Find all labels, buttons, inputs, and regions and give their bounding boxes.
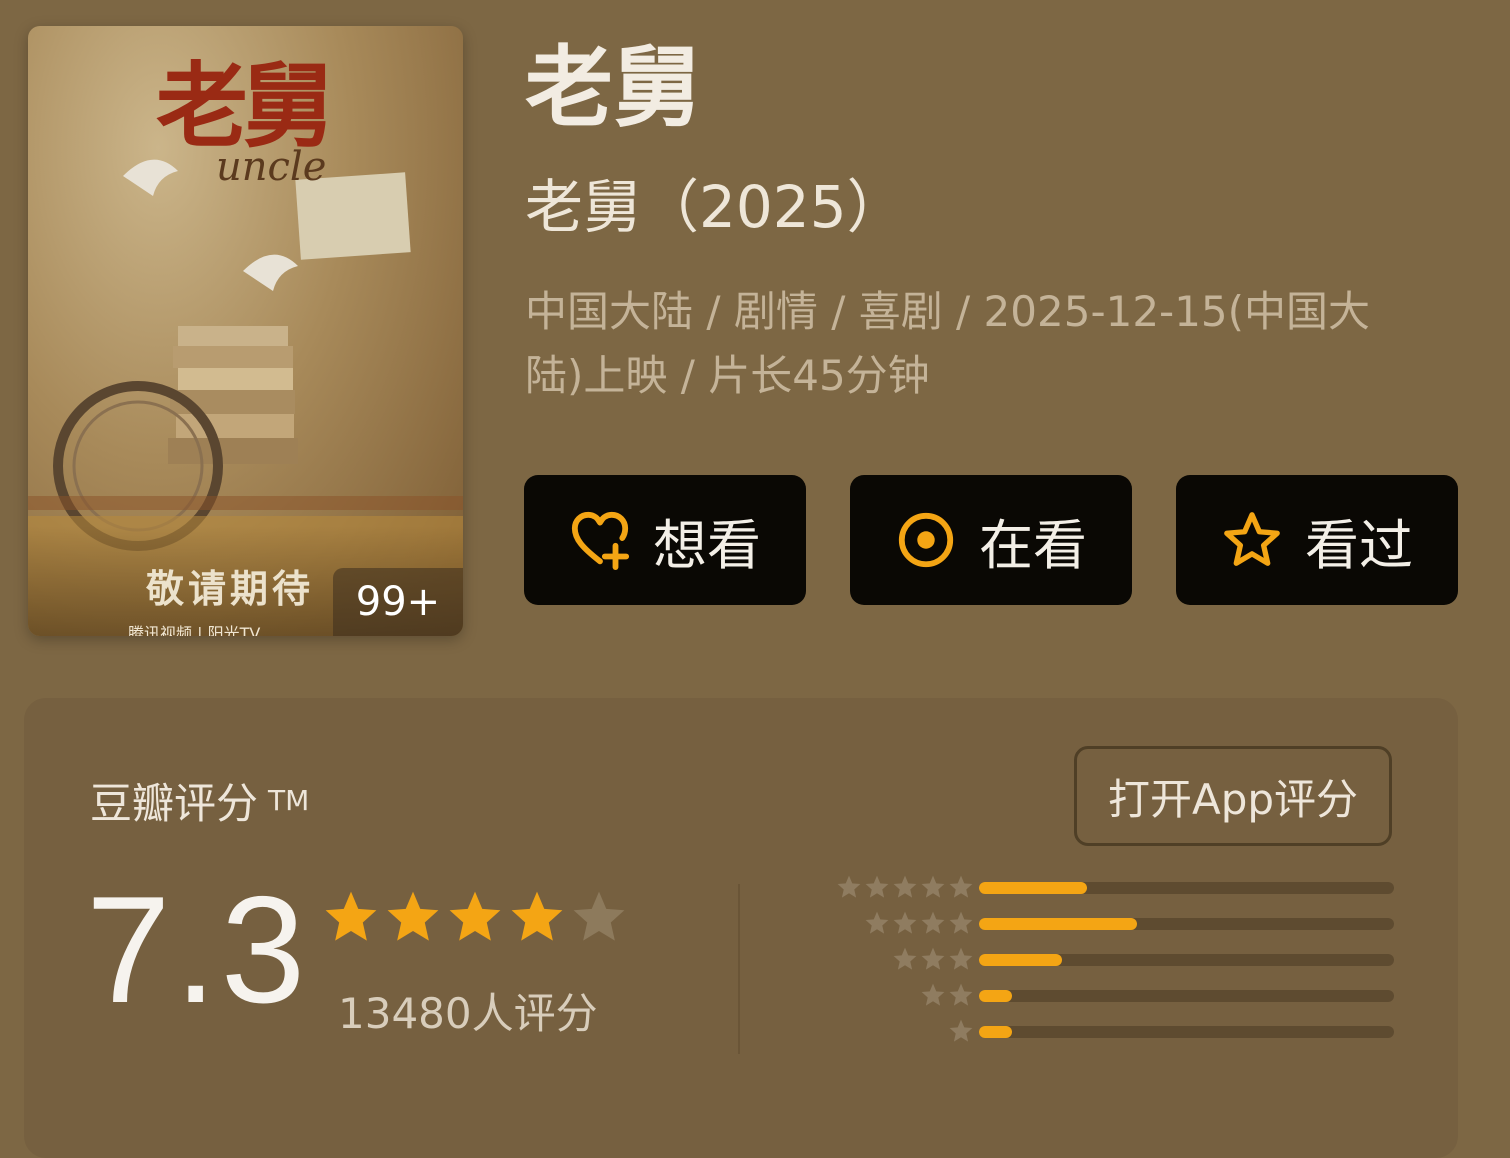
meta-info: 中国大陆 / 剧情 / 喜剧 / 2025-12-15(中国大陆)上映 / 片长… (525, 287, 1371, 400)
watching-button[interactable]: 在看 (850, 475, 1132, 605)
distribution-bar (979, 882, 1087, 894)
distribution-stars (892, 946, 974, 972)
star-small-icon (949, 1019, 973, 1042)
rating-title: 豆瓣评分 TM (90, 770, 309, 831)
distribution-track (979, 990, 1394, 1002)
distribution-stars (864, 910, 974, 936)
open-app-button[interactable]: 打开App评分 (1074, 746, 1392, 846)
star-small-icon (949, 983, 973, 1006)
star-small-icon (865, 911, 889, 934)
distribution-row (804, 1018, 1404, 1048)
star-filled-icon (511, 891, 563, 941)
poster-title: 老舅 (156, 52, 334, 160)
star-small-icon (921, 947, 945, 970)
star-empty-icon (573, 891, 625, 941)
distribution-stars (920, 982, 974, 1008)
star-small-icon (893, 947, 917, 970)
distribution-stars (836, 874, 974, 900)
distribution-bar (979, 1026, 1013, 1038)
star-small-icon (949, 875, 973, 898)
distribution-bar (979, 954, 1062, 966)
star-outline-icon (1224, 512, 1280, 566)
star-small-icon (949, 911, 973, 934)
watched-label: 看过 (1305, 513, 1413, 577)
photo-count-badge[interactable]: 99+ (333, 568, 463, 636)
star-small-icon (949, 947, 973, 970)
distribution-row (804, 946, 1404, 976)
page-title: 老舅 (525, 36, 702, 139)
want-to-watch-label: 想看 (653, 513, 761, 577)
watched-button[interactable]: 看过 (1176, 475, 1458, 605)
rating-title-text: 豆瓣评分 (90, 779, 259, 828)
trademark-mark: TM (268, 784, 310, 817)
poster-footer: 腾讯视频 | 阳光TV (128, 624, 261, 636)
star-small-icon (837, 875, 861, 898)
poster-tagline: 敬请期待 (146, 567, 315, 611)
want-to-watch-button[interactable]: 想看 (524, 475, 806, 605)
watching-label: 在看 (979, 513, 1087, 577)
star-small-icon (921, 875, 945, 898)
star-small-icon (865, 875, 889, 898)
star-small-icon (893, 875, 917, 898)
rating-stars (322, 888, 628, 946)
rating-count[interactable]: 13480人评分 (338, 980, 598, 1041)
distribution-track (979, 882, 1394, 894)
distribution-row (804, 910, 1404, 940)
distribution-row (804, 982, 1404, 1012)
original-title: 老舅（2025） (525, 173, 905, 241)
poster-image[interactable]: 老舅 uncle 敬请期待 99+ 腾讯视频 | 阳光TV (28, 26, 463, 636)
star-filled-icon (325, 891, 377, 941)
distribution-bar (979, 990, 1013, 1002)
distribution-row (804, 874, 1404, 904)
distribution-track (979, 1026, 1394, 1038)
distribution-track (979, 918, 1394, 930)
distribution-stars (948, 1018, 974, 1044)
star-small-icon (893, 911, 917, 934)
star-small-icon (921, 911, 945, 934)
star-filled-icon (387, 891, 439, 941)
heart-plus-icon (571, 511, 630, 571)
distribution-bar (979, 918, 1137, 930)
distribution-track (979, 954, 1394, 966)
target-icon (898, 512, 954, 568)
rating-card: 豆瓣评分 TM 打开App评分 7.3 13480人评分 (24, 698, 1458, 1158)
poster-subtitle: uncle (216, 144, 327, 190)
divider (738, 884, 740, 1054)
star-small-icon (921, 983, 945, 1006)
star-filled-icon (449, 891, 501, 941)
rating-score: 7.3 (86, 865, 310, 1035)
